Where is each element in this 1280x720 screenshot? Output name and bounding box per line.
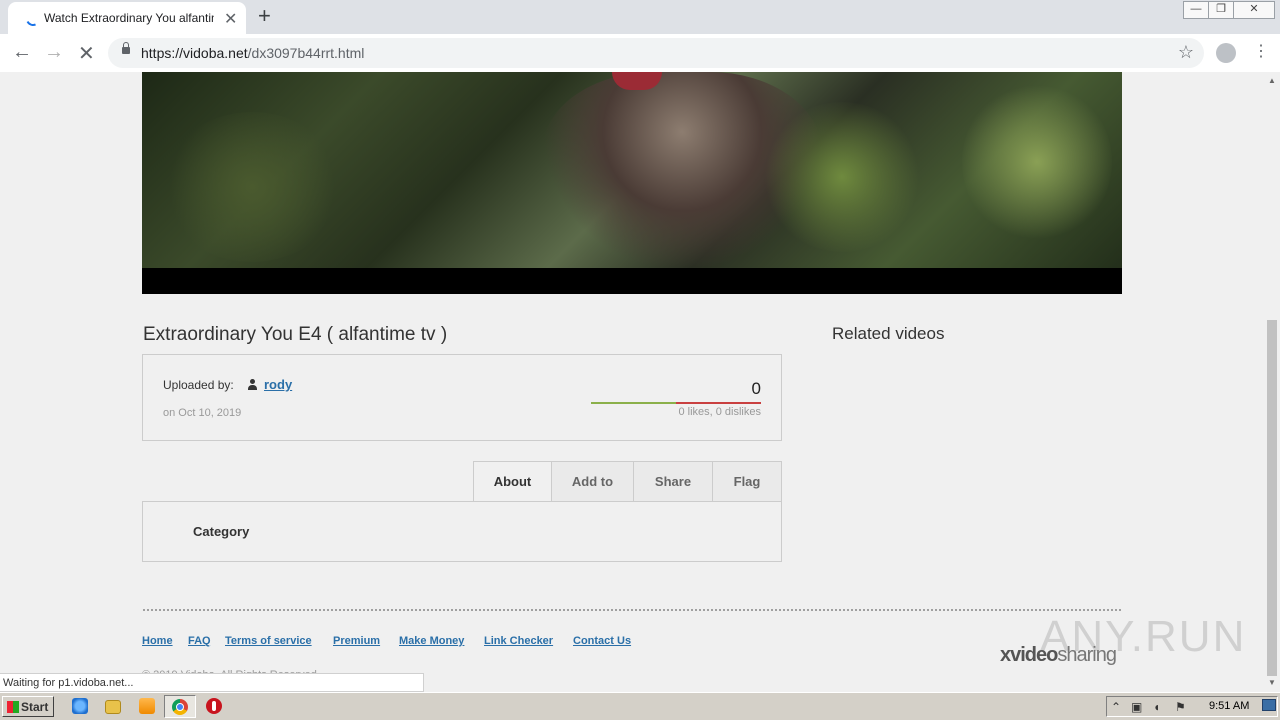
footer-link-terms[interactable]: Terms of service — [225, 635, 312, 647]
internet-explorer-icon[interactable] — [72, 698, 88, 714]
chrome-taskbar-button[interactable] — [164, 695, 196, 718]
upload-date: on Oct 10, 2019 — [163, 407, 242, 419]
close-window-button[interactable]: ✕ — [1233, 1, 1275, 19]
browser-menu-icon[interactable]: ⋮ — [1253, 41, 1269, 61]
profile-avatar[interactable] — [1216, 43, 1236, 63]
forward-icon[interactable]: → — [44, 41, 64, 64]
video-frame-leaf — [762, 102, 922, 252]
tab-title: Watch Extraordinary You alfantime tv — [44, 11, 214, 25]
footer-divider — [142, 608, 1122, 613]
opera-icon[interactable] — [206, 698, 222, 714]
tab-strip: Watch Extraordinary You alfantime tv ✕ +… — [0, 0, 1280, 34]
video-controls-bar[interactable] — [142, 268, 1122, 294]
video-frame-foliage — [162, 112, 342, 262]
uploader-link[interactable]: rody — [264, 377, 292, 392]
category-label: Category — [193, 524, 250, 539]
tray-expand-icon[interactable]: ⌃ — [1111, 700, 1121, 714]
user-icon — [248, 379, 257, 391]
tab-close-icon[interactable]: ✕ — [224, 9, 237, 29]
logo-bold: xvideo — [1000, 644, 1058, 666]
browser-toolbar: ← → ✕ https://vidoba.net/dx3097b44rrt.ht… — [0, 34, 1280, 73]
tab-share[interactable]: Share — [633, 461, 713, 501]
scroll-down-icon[interactable]: ▼ — [1268, 678, 1276, 687]
new-tab-button[interactable]: + — [258, 3, 271, 29]
tab-add-to[interactable]: Add to — [551, 461, 634, 501]
footer-link-home[interactable]: Home — [142, 635, 173, 647]
footer-link-make-money[interactable]: Make Money — [399, 635, 464, 647]
related-videos-heading: Related videos — [832, 324, 945, 343]
rating-bar — [591, 402, 761, 404]
vote-count: 0 — [751, 379, 761, 398]
url-text[interactable]: https://vidoba.net/dx3097b44rrt.html — [141, 45, 364, 61]
footer-link-premium[interactable]: Premium — [333, 635, 380, 647]
show-desktop-icon[interactable] — [1262, 699, 1276, 711]
lock-icon — [122, 42, 130, 54]
system-tray: ⌃ ▣ ◖ ⚑ 9:51 AM — [1106, 696, 1278, 717]
footer-link-faq[interactable]: FAQ — [188, 635, 211, 647]
address-bar[interactable]: https://vidoba.net/dx3097b44rrt.html ☆ — [108, 38, 1204, 68]
scroll-up-icon[interactable]: ▲ — [1268, 76, 1276, 85]
footer-link-link-checker[interactable]: Link Checker — [484, 635, 553, 647]
loading-spinner-icon — [24, 10, 42, 28]
stop-icon[interactable]: ✕ — [78, 41, 95, 66]
bookmark-star-icon[interactable]: ☆ — [1178, 42, 1194, 63]
likes-bar-fill — [591, 402, 676, 404]
video-player[interactable] — [142, 72, 1122, 294]
video-title: Extraordinary You E4 ( alfantime tv ) — [143, 324, 448, 345]
restore-button[interactable]: ❐ — [1208, 1, 1234, 19]
start-label: Start — [21, 700, 49, 714]
status-bubble: Waiting for p1.vidoba.net... — [0, 673, 424, 692]
browser-tab[interactable]: Watch Extraordinary You alfantime tv ✕ — [8, 2, 246, 34]
chrome-icon — [172, 699, 188, 715]
clock[interactable]: 9:51 AM — [1209, 700, 1249, 712]
site-logo[interactable]: xvideosharing — [1000, 644, 1117, 667]
tab-about[interactable]: About — [473, 461, 552, 502]
back-icon[interactable]: ← — [12, 41, 32, 64]
folder-icon[interactable] — [105, 700, 121, 714]
page-scrollbar[interactable]: ▲ ▼ — [1265, 72, 1280, 692]
page-content: Extraordinary You E4 ( alfantime tv ) Re… — [0, 72, 1265, 692]
uploaded-by-label: Uploaded by: — [163, 378, 234, 392]
about-panel: Category — [142, 501, 782, 562]
start-button[interactable]: Start — [2, 696, 54, 717]
video-frame-leaf — [962, 82, 1112, 242]
logo-light: sharing — [1057, 644, 1117, 666]
media-player-icon[interactable] — [139, 698, 155, 714]
action-center-flag-icon[interactable]: ⚑ — [1175, 700, 1186, 714]
network-icon[interactable]: ▣ — [1131, 700, 1142, 714]
minimize-button[interactable]: — — [1183, 1, 1209, 19]
video-info-box: Uploaded by: rody on Oct 10, 2019 0 0 li… — [142, 354, 782, 441]
url-host: https://vidoba.net — [141, 45, 248, 61]
scroll-thumb[interactable] — [1267, 320, 1277, 676]
taskbar: Start ⌃ ▣ ◖ ⚑ 9:51 AM — [0, 692, 1280, 720]
footer-link-contact[interactable]: Contact Us — [573, 635, 631, 647]
volume-icon[interactable]: ◖ — [1153, 700, 1160, 714]
tab-flag[interactable]: Flag — [712, 461, 782, 501]
likes-dislikes-text: 0 likes, 0 dislikes — [678, 406, 761, 418]
windows-logo-icon — [7, 701, 19, 713]
url-path: /dx3097b44rrt.html — [247, 45, 365, 61]
